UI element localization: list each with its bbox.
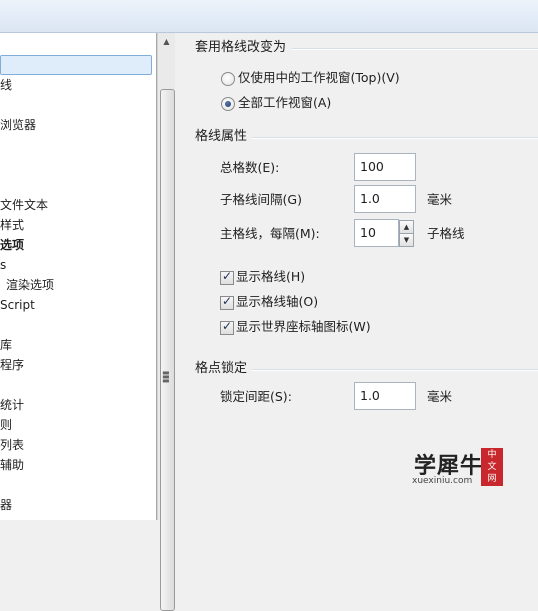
scroll-thumb[interactable]	[160, 89, 175, 611]
badge-char: 文	[487, 462, 497, 472]
scroll-up-icon[interactable]: ▲	[160, 35, 173, 49]
group-title-grid-properties: 格线属性	[195, 129, 248, 144]
tree-item[interactable]: 则	[0, 415, 12, 435]
tree-item[interactable]: 统计	[0, 395, 24, 415]
lock-spacing-input[interactable]: 1.0	[354, 382, 416, 410]
tree-item[interactable]: 浏览器	[0, 115, 36, 135]
tree-item[interactable]: s	[0, 255, 6, 275]
tree-item[interactable]: 库	[0, 335, 12, 355]
badge-char: 中	[487, 450, 497, 460]
major-line-stepper[interactable]: ▲ ▼	[399, 219, 414, 247]
total-cells-label: 总格数(E):	[220, 160, 280, 175]
major-line-unit: 子格线	[427, 226, 465, 241]
radio-all-viewports[interactable]	[221, 97, 235, 111]
total-cells-input[interactable]: 100	[354, 153, 416, 181]
group-divider	[292, 48, 538, 50]
radio-current-viewport[interactable]	[221, 72, 235, 86]
badge-char: 网	[487, 474, 497, 484]
title-bar	[0, 0, 538, 33]
tree-scrollbar[interactable]: ▲ ▬ ▬ ▬	[157, 33, 175, 611]
tree-item[interactable]: 辅助	[0, 455, 24, 475]
watermark-sub: xuexiniu.com	[412, 476, 473, 486]
lock-spacing-label: 锁定间距(S):	[220, 389, 292, 404]
show-grid-checkbox[interactable]: ✓	[220, 269, 234, 285]
watermark-badge: 中 文 网	[481, 448, 503, 486]
show-axes-checkbox[interactable]: ✓	[220, 294, 234, 310]
show-axes-label[interactable]: 显示格线轴(O)	[236, 293, 318, 311]
tree-item[interactable]: 渲染选项	[6, 275, 54, 295]
radio-all-viewports-label[interactable]: 全部工作视窗(A)	[238, 94, 331, 112]
check-icon: ✓	[221, 269, 233, 283]
sub-spacing-label: 子格线间隔(G)	[220, 192, 302, 207]
major-line-label: 主格线，每隔(M):	[220, 226, 320, 241]
tree-item[interactable]: 线	[0, 75, 12, 95]
tree-item[interactable]: 列表	[0, 435, 24, 455]
tree-item[interactable]: 样式	[0, 215, 24, 235]
show-world-axes-icon-checkbox[interactable]: ✓	[220, 319, 234, 335]
group-divider	[252, 369, 538, 371]
stepper-up-icon[interactable]: ▲	[399, 220, 414, 234]
check-icon: ✓	[221, 319, 233, 333]
tree-item-selected[interactable]	[0, 55, 152, 75]
grip-icon: ▬ ▬ ▬	[162, 368, 170, 385]
major-line-input[interactable]: 10	[354, 219, 399, 247]
radio-current-viewport-label[interactable]: 仅使用中的工作视窗(Top)(V)	[238, 69, 400, 87]
tree-item[interactable]: 器	[0, 495, 12, 515]
options-tree[interactable]: 线 浏览器 文件文本 样式 选项 s 渲染选项 Script 库 程序 统计 则…	[0, 33, 157, 520]
group-title-snap: 格点锁定	[195, 361, 248, 376]
tree-item[interactable]: 程序	[0, 355, 24, 375]
group-title-apply: 套用格线改变为	[195, 40, 287, 55]
tree-item[interactable]: Script	[0, 295, 35, 315]
sub-spacing-unit: 毫米	[427, 192, 453, 207]
check-icon: ✓	[221, 294, 233, 308]
show-grid-label[interactable]: 显示格线(H)	[236, 268, 305, 286]
tree-item[interactable]: 选项	[0, 235, 24, 255]
sub-spacing-input[interactable]: 1.0	[354, 185, 416, 213]
group-divider	[252, 137, 538, 139]
tree-item[interactable]: 文件文本	[0, 195, 48, 215]
lock-spacing-unit: 毫米	[427, 389, 453, 404]
watermark-logo: 学犀牛 xuexiniu.com 中 文 网	[410, 446, 506, 488]
stepper-down-icon[interactable]: ▼	[399, 233, 414, 247]
show-world-axes-icon-label[interactable]: 显示世界座标轴图标(W)	[236, 318, 371, 336]
